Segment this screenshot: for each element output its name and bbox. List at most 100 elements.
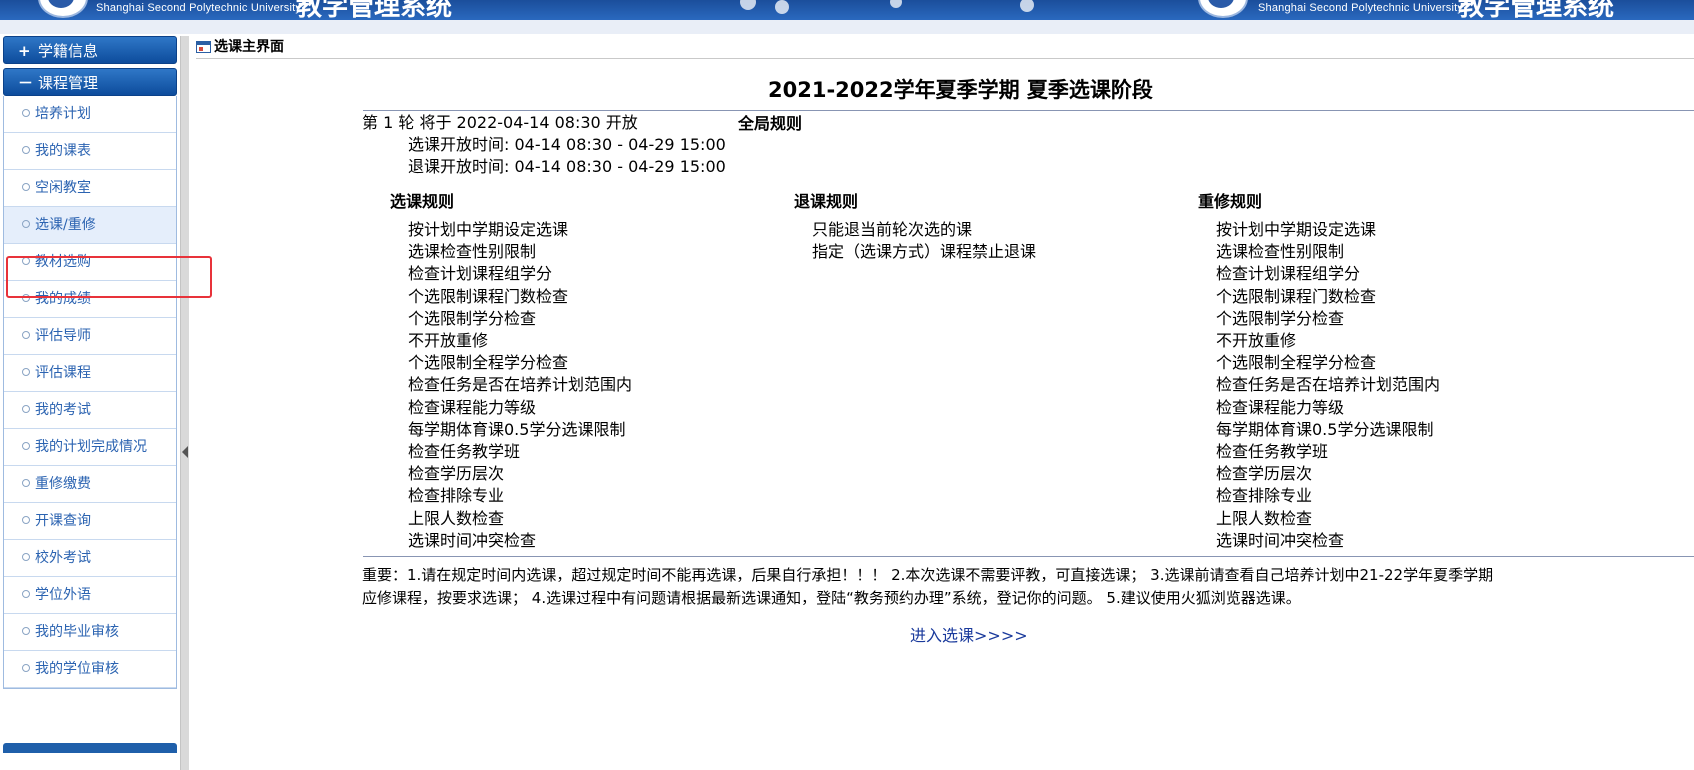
rule-item: 检查任务是否在培养计划范围内 [1216,375,1441,395]
rule-item: 检查任务教学班 [1216,442,1329,462]
rule-item: 只能退当前轮次选的课 [812,220,973,239]
rule-item: 不开放重修 [408,331,489,351]
course-management-menu: 培养计划 我的课表 空闲教室 选课/重修 教材选购 我的成绩 评估导师 评估课程… [3,96,177,689]
sidebar-item-retake-payment[interactable]: 重修缴费 [4,466,176,503]
rule-item: 个选限制学分检查 [408,308,537,328]
menu-section-course-management[interactable]: －课程管理 [3,68,177,96]
sidebar-item-label: 校外考试 [35,550,91,566]
rule-item: 上限人数检查 [408,508,505,528]
top-banner: Shanghai Second Polytechnic University 教… [0,0,1694,20]
page-header: 选课主界面 [196,36,1694,59]
menu-section-student-records[interactable]: + 学籍信息 [3,36,177,64]
main-content: 选课主界面 2021-2022学年夏季学期 夏季选课阶段 第 1 轮 将于 20… [190,36,1694,770]
rule-item: 个选限制课程门数检查 [408,286,569,306]
sidebar-item-label: 开课查询 [35,513,91,529]
sidebar-collapse-handle[interactable] [180,36,189,770]
rule-item: 不开放重修 [1216,331,1297,351]
rule-item: 检查计划课程组学分 [408,264,553,284]
sidebar-item-label: 我的课表 [35,143,91,159]
highlight-box [6,256,212,298]
rule-item: 选课时间冲突检查 [1216,530,1345,550]
banner-decoration [890,0,902,8]
sidebar: + 学籍信息 －课程管理 培养计划 我的课表 空闲教室 选课/重修 教材选购 我的… [3,36,177,770]
withdraw-rules-heading: 退课规则 [794,192,859,211]
bullet-icon [22,516,30,524]
sidebar-item-graduation-audit[interactable]: 我的毕业审核 [4,614,176,651]
term-title: 2021-2022学年夏季学期 夏季选课阶段 [768,78,1153,102]
sidebar-item-my-exams[interactable]: 我的考试 [4,392,176,429]
rule-item: 检查课程能力等级 [408,397,537,417]
sidebar-item-my-timetable[interactable]: 我的课表 [4,133,176,170]
retake-rules-list: 按计划中学期设定选课 选课检查性别限制 检查计划课程组学分 个选限制课程门数检查… [1216,219,1440,552]
rule-item: 按计划中学期设定选课 [408,220,569,239]
banner-decoration [740,0,756,10]
bullet-icon [22,183,30,191]
collapse-arrow-icon [182,446,188,458]
rule-item: 检查任务教学班 [408,442,521,462]
enter-course-selection-link[interactable]: 进入选课>>>> [910,622,1028,646]
sidebar-item-course-query[interactable]: 开课查询 [4,503,176,540]
withdraw-rules-list: 只能退当前轮次选的课 指定（选课方式）课程禁止退课 [812,219,1036,263]
sidebar-item-label: 选课/重修 [35,217,96,233]
retake-rules-heading: 重修规则 [1198,192,1263,211]
window-icon [196,41,211,53]
sidebar-item-evaluate-course[interactable]: 评估课程 [4,355,176,392]
rule-item: 个选限制全程学分检查 [408,353,569,373]
sidebar-item-degree-language[interactable]: 学位外语 [4,577,176,614]
sidebar-item-plan-completion[interactable]: 我的计划完成情况 [4,429,176,466]
rule-item: 指定（选课方式）课程禁止退课 [812,242,1037,262]
bullet-icon [22,553,30,561]
bullet-icon [22,627,30,635]
rule-item: 选课检查性别限制 [1216,242,1345,262]
rule-item: 选课时间冲突检查 [408,530,537,550]
bullet-icon [22,590,30,598]
school-name-en-left: Shanghai Second Polytechnic University [96,2,302,14]
rule-item: 检查排除专业 [1216,486,1313,506]
bullet-icon [22,146,30,154]
bullet-icon [22,368,30,376]
sidebar-item-label: 我的学位审核 [35,661,119,677]
rule-item: 检查课程能力等级 [1216,397,1345,417]
sidebar-item-degree-audit[interactable]: 我的学位审核 [4,651,176,688]
rule-item: 检查计划课程组学分 [1216,264,1361,284]
rule-item: 个选限制全程学分检查 [1216,353,1377,373]
menu-section-label: 课程管理 [38,74,99,92]
withdraw-open-time: 退课开放时间: 04-14 08:30 - 04-29 15:00 [408,157,726,176]
system-title-right: 教学管理系统 [1458,0,1615,20]
school-name-en-right: Shanghai Second Polytechnic University [1258,2,1464,14]
divider [363,110,1694,111]
divider [363,556,1694,557]
select-rules-list: 按计划中学期设定选课 选课检查性别限制 检查计划课程组学分 个选限制课程门数检查… [408,219,632,552]
select-rules-heading: 选课规则 [390,192,455,211]
sidebar-item-label: 我的毕业审核 [35,624,119,640]
sidebar-item-label: 评估导师 [35,328,91,344]
sidebar-item-external-exams[interactable]: 校外考试 [4,540,176,577]
bullet-icon [22,664,30,672]
school-logo-right [1198,0,1248,18]
rule-item: 选课检查性别限制 [408,242,537,262]
bullet-icon [22,479,30,487]
important-notice-line2: 应修课程，按要求选课； 4.选课过程中有问题请根据最新选课通知，登陆“教务预约办… [362,589,1301,607]
sidebar-item-evaluate-tutor[interactable]: 评估导师 [4,318,176,355]
sidebar-item-free-classrooms[interactable]: 空闲教室 [4,170,176,207]
bullet-icon [22,220,30,228]
menu-section-label: 学籍信息 [38,42,99,60]
sidebar-item-label: 我的考试 [35,402,91,418]
school-logo-left [38,0,88,18]
rule-item: 每学期体育课0.5学分选课限制 [1216,419,1434,439]
banner-bottom-strip [0,20,1694,34]
sidebar-item-label: 空闲教室 [35,180,91,196]
collapse-icon: － [18,74,34,92]
page-title: 选课主界面 [214,39,284,55]
important-notice-line1: 重要：1.请在规定时间内选课，超过规定时间不能再选课，后果自行承担！！！ 2.本… [362,566,1494,584]
sidebar-item-training-plan[interactable]: 培养计划 [4,96,176,133]
menu-section-next[interactable] [3,743,177,753]
sidebar-item-course-selection[interactable]: 选课/重修 [4,207,176,244]
bullet-icon [22,331,30,339]
round-info: 第 1 轮 将于 2022-04-14 08:30 开放 [362,113,638,132]
bullet-icon [22,442,30,450]
bullet-icon [22,109,30,117]
global-rules-heading: 全局规则 [738,114,803,133]
rule-item: 个选限制学分检查 [1216,308,1345,328]
banner-decoration [775,0,789,14]
